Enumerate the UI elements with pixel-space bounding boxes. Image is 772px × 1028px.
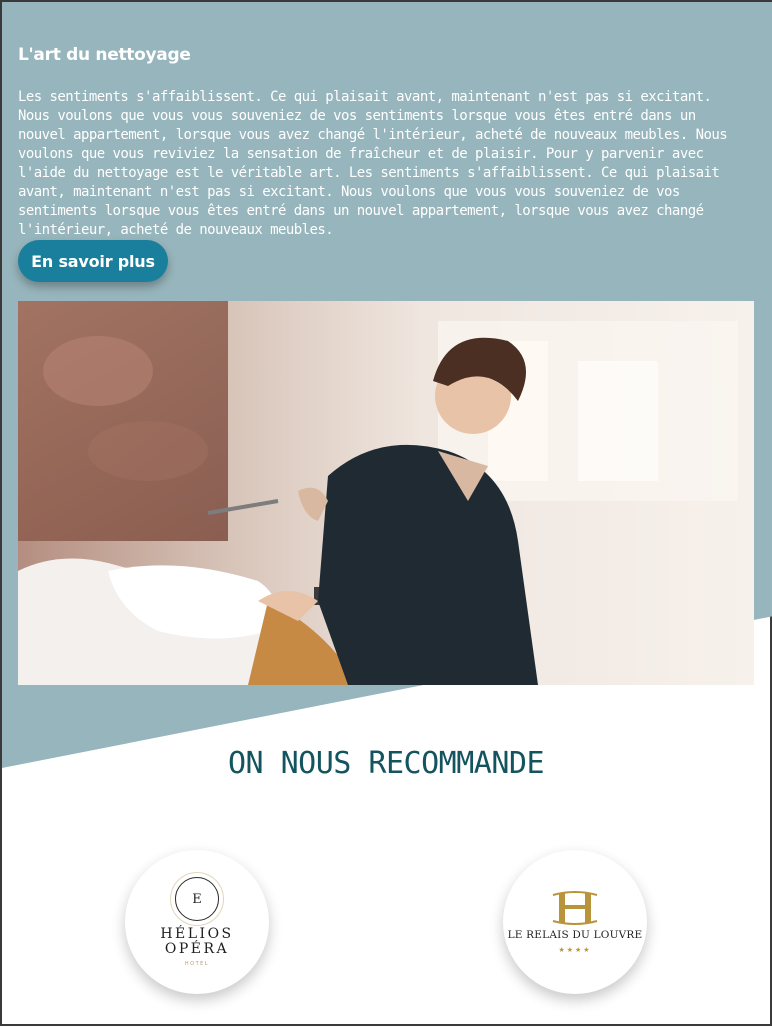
helios-subtitle: HOTEL [184, 961, 210, 967]
relais-stars: ★★★★ [558, 945, 592, 954]
helios-name-line1: HÉLIOS [160, 926, 234, 942]
hero-image-housekeeper [18, 301, 754, 685]
helios-emblem-icon: E [175, 877, 219, 921]
helios-opera-logo[interactable]: E HÉLIOS OPÉRA HOTEL [125, 850, 269, 994]
section-description: Les sentiments s'affaiblissent. Ce qui p… [18, 89, 728, 238]
relais-h-crest-icon [552, 890, 598, 925]
relais-name: LE RELAIS DU LOUVRE [507, 928, 643, 941]
relais-du-louvre-logo[interactable]: LE RELAIS DU LOUVRE ★★★★ [503, 850, 647, 994]
section-title: L'art du nettoyage [18, 45, 191, 65]
helios-name-line2: OPÉRA [164, 941, 230, 957]
recommendations-title: ON NOUS RECOMMANDE [227, 746, 545, 781]
learn-more-button[interactable]: En savoir plus [18, 240, 168, 282]
